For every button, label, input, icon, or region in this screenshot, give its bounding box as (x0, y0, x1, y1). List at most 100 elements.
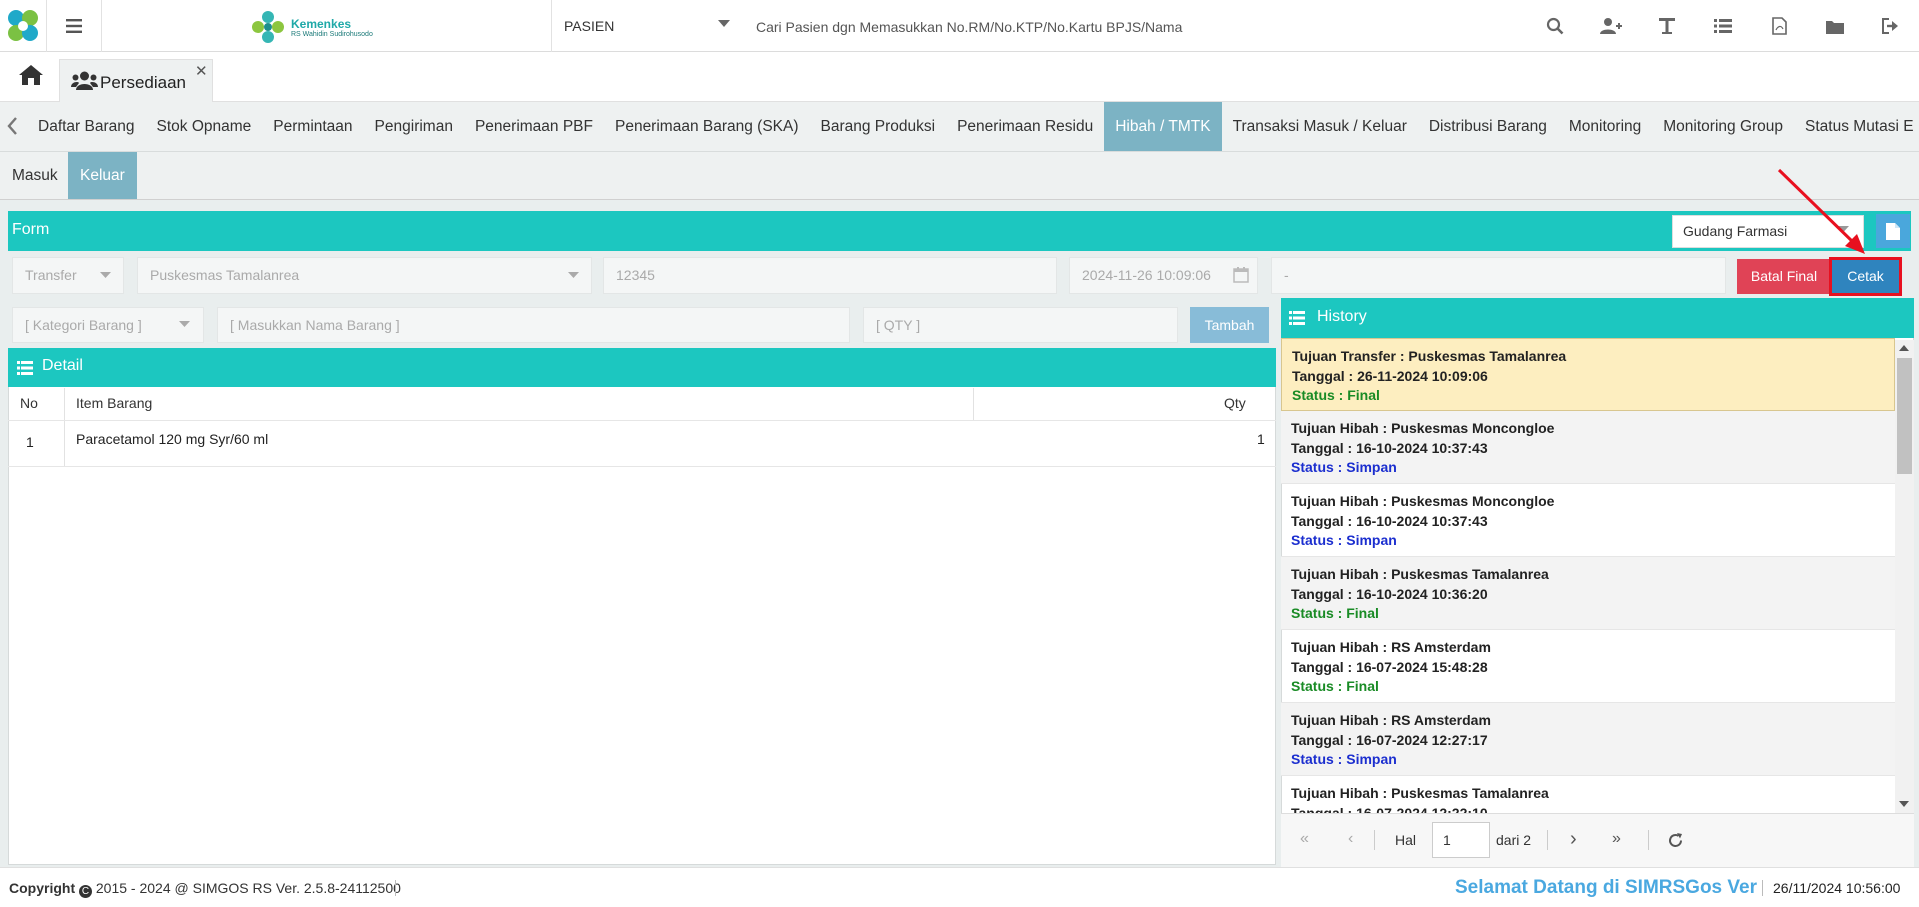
copyright-icon: C (79, 885, 92, 898)
keterangan-input[interactable]: - (1271, 257, 1726, 294)
list-icon (1289, 311, 1305, 325)
annotation-arrow-icon (1777, 168, 1865, 254)
caret-down-icon[interactable] (568, 272, 579, 279)
prev-page-icon[interactable]: ‹ (1348, 830, 1353, 848)
patient-search-input[interactable]: Cari Pasien dgn Memasukkan No.RM/No.KTP/… (756, 19, 1182, 35)
list-icon (1714, 19, 1732, 33)
history-item[interactable]: Tujuan Hibah : Puskesmas Moncongloe Tangg… (1281, 484, 1895, 557)
history-status: Status : Simpan (1291, 532, 1397, 548)
history-status: Status : Simpan (1291, 459, 1397, 475)
qty-input[interactable]: [ QTY ] (863, 307, 1178, 343)
nav-item-stok-opname[interactable]: Stok Opname (146, 102, 263, 151)
logout-button[interactable] (1863, 0, 1919, 52)
add-user-button[interactable] (1583, 0, 1639, 52)
column-header-qty: Qty (1224, 395, 1246, 411)
new-document-button[interactable] (1876, 214, 1910, 248)
last-page-icon[interactable]: » (1612, 830, 1621, 848)
nav-item-penerimaan-barang-ska[interactable]: Penerimaan Barang (SKA) (604, 102, 810, 151)
first-page-icon[interactable]: « (1300, 830, 1309, 848)
nav-item-hibah-tmtk[interactable]: Hibah / TMTK (1104, 102, 1222, 151)
text-icon (1659, 18, 1675, 34)
tab-persediaan[interactable]: Persediaan ✕ (59, 59, 213, 102)
history-destination: Tujuan Hibah : Puskesmas Moncongloe (1291, 420, 1555, 436)
nav-item-monitoring-group[interactable]: Monitoring Group (1652, 102, 1794, 151)
form-title: Form (12, 221, 50, 238)
history-date: Tanggal : 16-10-2024 10:37:43 (1291, 439, 1488, 456)
caret-down-icon[interactable] (718, 20, 730, 28)
brand-subtitle: RS Wahidin Sudirohusodo (291, 31, 373, 38)
kategori-select[interactable]: [ Kategori Barang ] (12, 307, 204, 343)
history-destination: Tujuan Hibah : Puskesmas Tamalanrea (1291, 785, 1549, 801)
history-item[interactable]: Tujuan Hibah : RS Amsterdam Tanggal : 16-… (1281, 703, 1895, 776)
detail-header: Detail (8, 348, 1276, 387)
text-button[interactable] (1639, 0, 1695, 52)
nav-item-status-mutasi-e[interactable]: Status Mutasi E (1794, 102, 1919, 151)
history-item[interactable]: Tujuan Hibah : Puskesmas Tamalanrea Tangg… (1281, 557, 1895, 630)
history-item[interactable]: Tujuan Hibah : Puskesmas Moncongloe Tangg… (1281, 411, 1895, 484)
subtab-keluar[interactable]: Keluar (68, 152, 137, 199)
top-toolbar (1527, 0, 1919, 52)
chevron-left-icon[interactable] (6, 116, 18, 136)
nama-barang-input[interactable]: [ Masukkan Nama Barang ] (217, 307, 850, 343)
form-header: Form (8, 211, 1911, 251)
brand-name: Kemenkes (291, 17, 352, 31)
hamburger-icon (66, 19, 82, 33)
nav-item-pengiriman[interactable]: Pengiriman (364, 102, 464, 151)
nomor-input[interactable]: 12345 (603, 257, 1057, 294)
app-logo-icon[interactable] (4, 6, 42, 46)
history-destination: Tujuan Hibah : Puskesmas Tamalanrea (1291, 566, 1549, 582)
scroll-down-icon[interactable] (1899, 800, 1909, 808)
logout-icon (1882, 18, 1898, 34)
nav-item-penerimaan-pbf[interactable]: Penerimaan PBF (464, 102, 604, 151)
folder-button[interactable] (1807, 0, 1863, 52)
batal-final-button[interactable]: Batal Final (1737, 259, 1831, 294)
scroll-up-icon[interactable] (1899, 344, 1909, 352)
history-item[interactable]: Tujuan Hibah : RS Amsterdam Tanggal : 16-… (1281, 630, 1895, 703)
history-list: Tujuan Transfer : Puskesmas Tamalanrea Ta… (1281, 338, 1895, 813)
search-button[interactable] (1527, 0, 1583, 52)
home-icon[interactable] (18, 64, 44, 86)
pdf-button[interactable] (1751, 0, 1807, 52)
tambah-button[interactable]: Tambah (1190, 307, 1269, 343)
copyright-text: Copyright C 2015 - 2024 @ SIMGOS RS Ver.… (9, 880, 401, 898)
footer: Copyright C 2015 - 2024 @ SIMGOS RS Ver.… (0, 867, 1919, 907)
nav-item-monitoring[interactable]: Monitoring (1558, 102, 1652, 151)
refresh-icon[interactable] (1667, 832, 1684, 849)
cell-item: Paracetamol 120 mg Syr/60 ml (76, 431, 269, 447)
nav-item-distribusi-barang[interactable]: Distribusi Barang (1418, 102, 1558, 151)
menu-toggle-button[interactable] (58, 14, 90, 38)
kemenkes-logo-icon (252, 11, 284, 43)
list-button[interactable] (1695, 0, 1751, 52)
history-date: Tanggal : 16-10-2024 10:37:43 (1291, 512, 1488, 529)
history-destination: Tujuan Transfer : Puskesmas Tamalanrea (1292, 348, 1567, 364)
top-bar: Kemenkes RS Wahidin Sudirohusodo PASIEN … (0, 0, 1919, 52)
history-item[interactable]: Tujuan Transfer : Puskesmas Tamalanrea Ta… (1281, 338, 1895, 411)
scroll-thumb[interactable] (1897, 358, 1912, 474)
tanggal-input[interactable]: 2024-11-26 10:09:06 (1069, 257, 1258, 294)
page-input[interactable]: 1 (1432, 822, 1490, 858)
nav-item-penerimaan-residu[interactable]: Penerimaan Residu (946, 102, 1104, 151)
close-icon[interactable]: ✕ (195, 62, 208, 80)
nav-item-barang-produksi[interactable]: Barang Produksi (810, 102, 947, 151)
history-item[interactable]: Tujuan Hibah : Puskesmas Tamalanrea Tangg… (1281, 776, 1895, 813)
nav-item-daftar-barang[interactable]: Daftar Barang (27, 102, 146, 151)
history-status: Status : Final (1292, 387, 1380, 403)
column-header-no: No (20, 395, 38, 411)
history-header: History (1281, 298, 1914, 338)
next-page-icon[interactable]: › (1570, 828, 1577, 851)
cetak-highlight-box (1829, 257, 1902, 296)
tujuan-select[interactable]: Puskesmas Tamalanrea (137, 257, 592, 294)
history-status: Status : Final (1291, 605, 1379, 621)
calendar-icon[interactable] (1233, 267, 1249, 283)
nav-item-permintaan[interactable]: Permintaan (262, 102, 363, 151)
pasien-select[interactable]: PASIEN (564, 18, 614, 34)
nav-item-transaksi-masuk-keluar[interactable]: Transaksi Masuk / Keluar (1222, 102, 1418, 151)
dari-label: dari 2 (1496, 832, 1532, 848)
users-icon (71, 71, 98, 90)
caret-down-icon[interactable] (179, 321, 190, 328)
history-destination: Tujuan Hibah : RS Amsterdam (1291, 639, 1491, 655)
tab-bar: Persediaan ✕ (0, 52, 1919, 102)
copyright-label: Copyright (9, 880, 76, 896)
caret-down-icon[interactable] (100, 272, 111, 279)
subtab-masuk[interactable]: Masuk (0, 152, 70, 199)
